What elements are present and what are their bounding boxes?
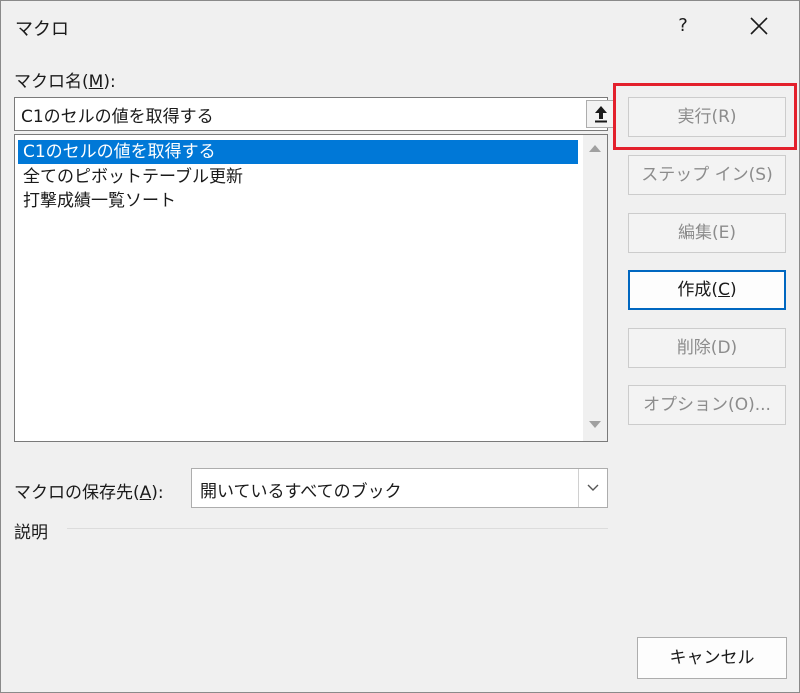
macro-location-value: 開いているすべてのブック bbox=[200, 482, 402, 502]
list-item[interactable]: 打撃成績一覧ソート bbox=[18, 189, 578, 213]
list-item[interactable]: 全てのピボットテーブル更新 bbox=[18, 165, 578, 189]
scroll-up-icon[interactable] bbox=[589, 145, 601, 152]
edit-button[interactable]: 編集(E) bbox=[628, 213, 786, 253]
run-button-highlight bbox=[613, 83, 797, 150]
description-divider bbox=[67, 528, 608, 529]
macro-name-field bbox=[14, 97, 616, 131]
upload-arrow-icon bbox=[595, 106, 607, 123]
macro-name-upload-button[interactable] bbox=[586, 100, 616, 128]
macro-location-select[interactable]: 開いているすべてのブック bbox=[191, 468, 608, 508]
macro-list[interactable]: C1のセルの値を取得する 全てのピボットテーブル更新 打撃成績一覧ソート bbox=[14, 134, 608, 442]
macro-dialog: マクロ ? マクロ名(M): C1のセルの値を取得する 全てのピボットテーブル更… bbox=[0, 0, 800, 693]
macro-list-scrollbar[interactable] bbox=[583, 135, 607, 441]
dropdown-button[interactable] bbox=[578, 469, 607, 507]
options-button[interactable]: オプション(O)... bbox=[628, 385, 786, 425]
description-label: 説明 bbox=[14, 523, 48, 543]
help-button[interactable]: ? bbox=[665, 7, 701, 45]
list-item[interactable]: C1のセルの値を取得する bbox=[18, 140, 578, 164]
step-in-button[interactable]: ステップ イン(S) bbox=[628, 155, 786, 195]
delete-button[interactable]: 削除(D) bbox=[628, 328, 786, 368]
scroll-down-icon[interactable] bbox=[589, 421, 601, 428]
macro-name-label: マクロ名(M): bbox=[14, 72, 116, 92]
create-button[interactable]: 作成(C) bbox=[628, 270, 786, 310]
close-icon bbox=[750, 17, 768, 35]
close-button[interactable] bbox=[737, 7, 781, 45]
title-bar: マクロ ? bbox=[1, 1, 799, 53]
chevron-down-icon bbox=[587, 484, 599, 491]
macro-location-label: マクロの保存先(A): bbox=[14, 483, 164, 503]
dialog-title: マクロ bbox=[15, 19, 69, 40]
macro-name-input[interactable] bbox=[21, 101, 569, 127]
cancel-button[interactable]: キャンセル bbox=[637, 637, 787, 679]
